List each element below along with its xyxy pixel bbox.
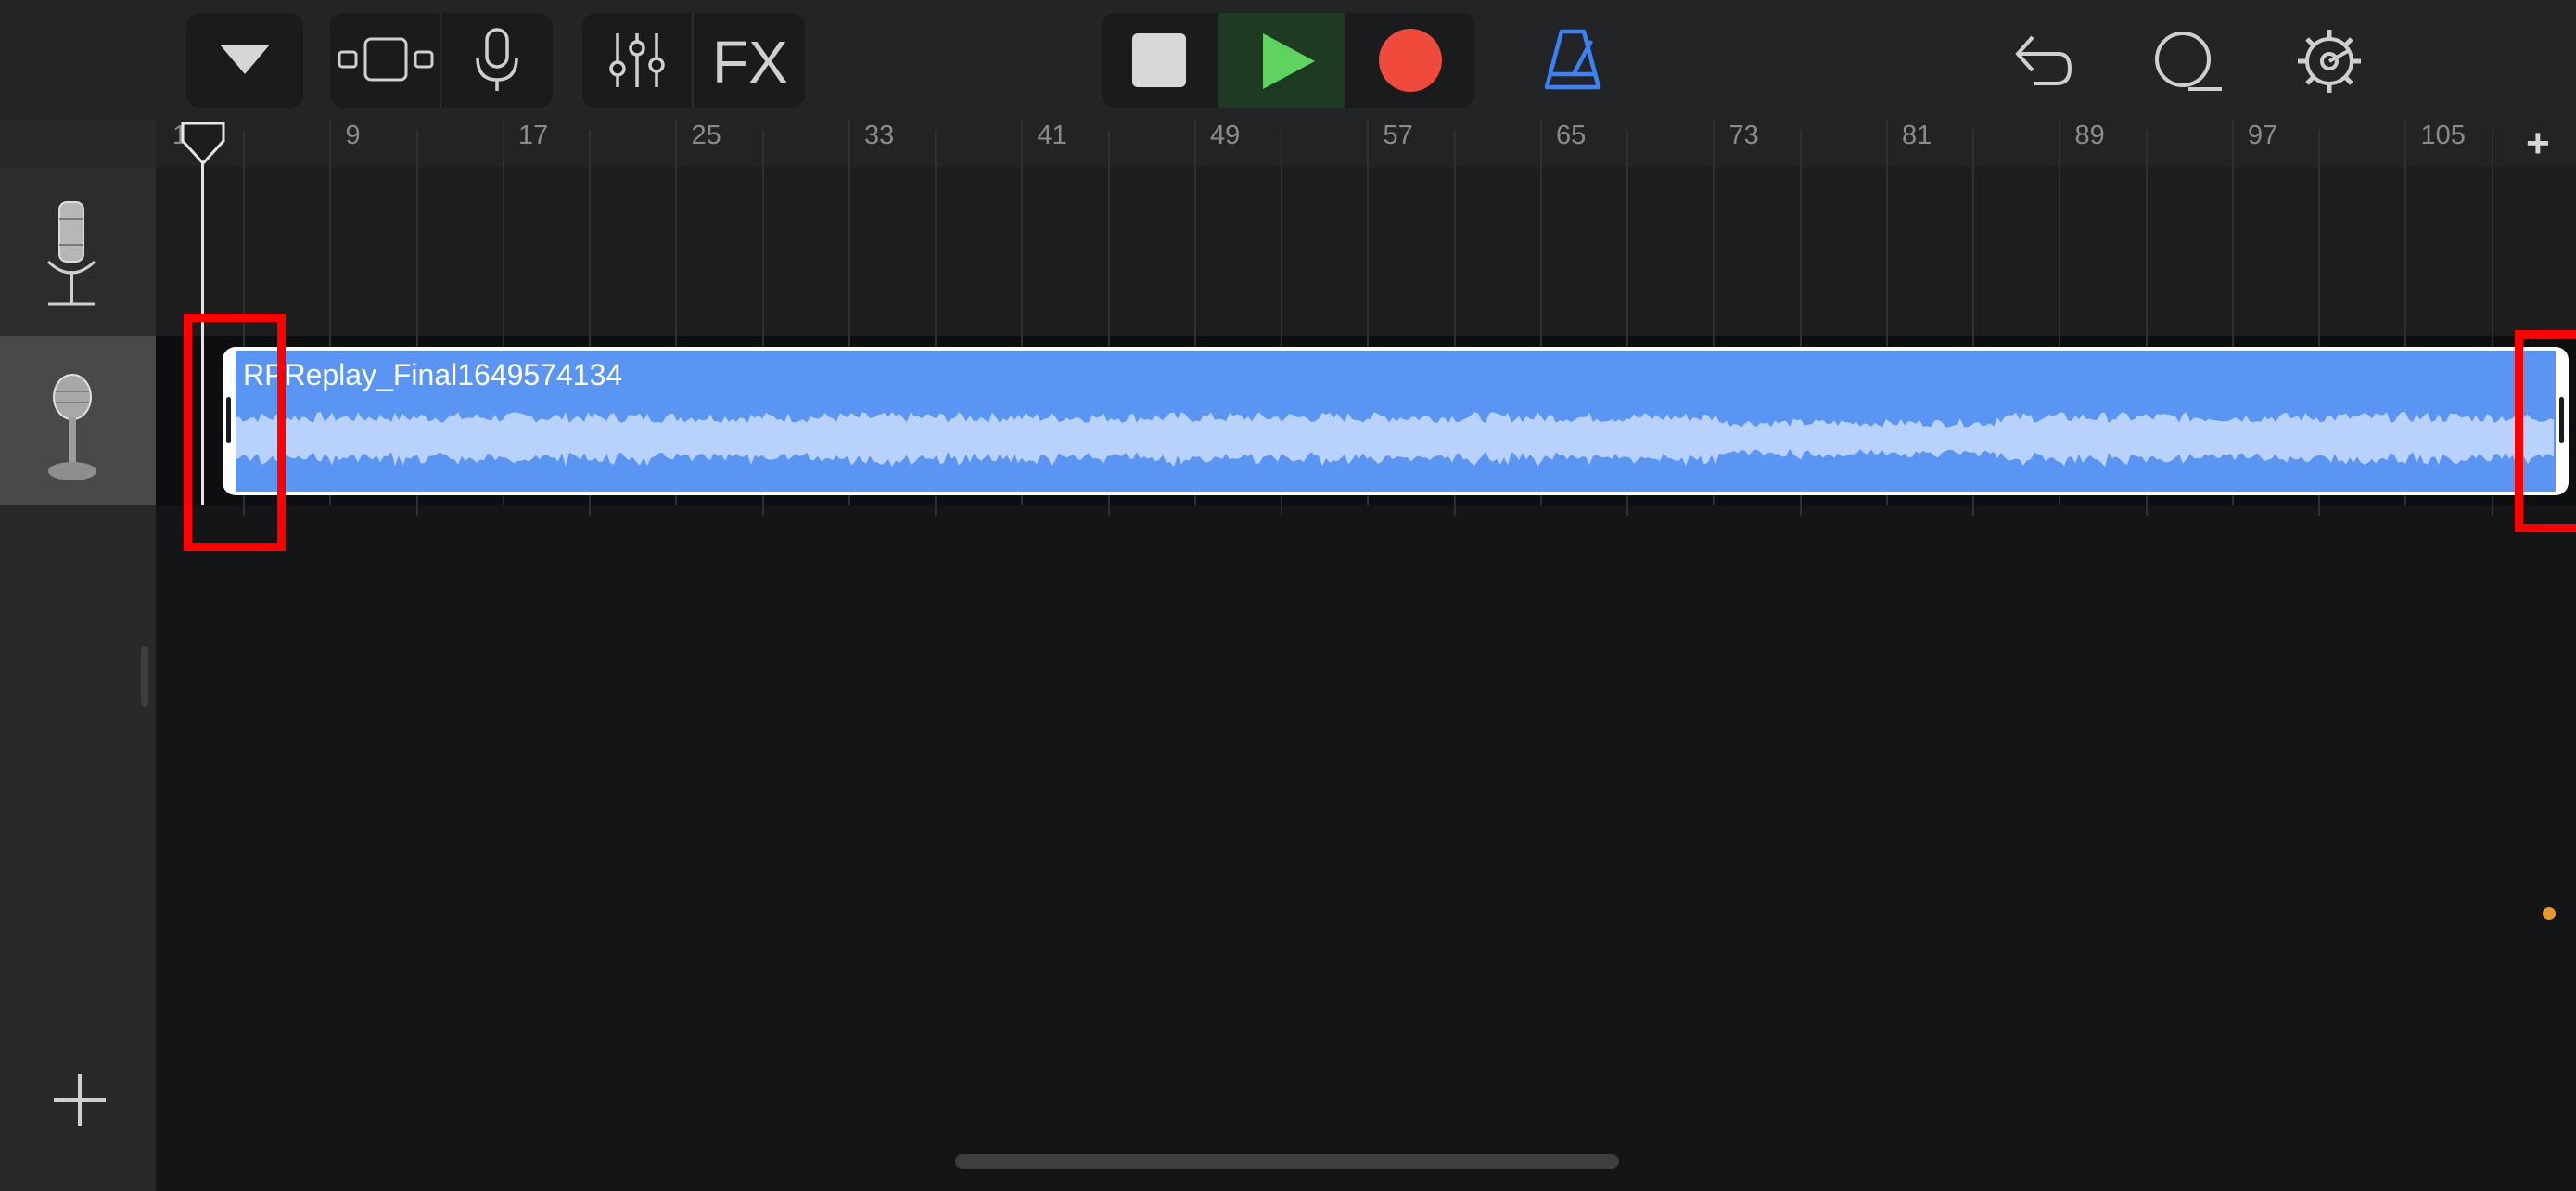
ruler-bar-label: 65 <box>1556 121 1587 150</box>
sliders-icon <box>609 33 665 87</box>
undo-icon <box>2015 35 2072 85</box>
settings-button[interactable] <box>2290 22 2368 100</box>
record-icon <box>1379 29 1442 92</box>
ruler-bar-label: 81 <box>1902 121 1932 150</box>
ruler-bar-label: 25 <box>691 121 721 150</box>
play-icon <box>1263 33 1315 89</box>
play-button[interactable] <box>1218 13 1345 108</box>
record-button[interactable] <box>1346 13 1474 108</box>
browser-toggle-button[interactable] <box>186 13 303 108</box>
stop-icon <box>1132 33 1186 87</box>
home-indicator[interactable] <box>955 1154 1619 1169</box>
ruler-bar-label: 105 <box>2420 121 2466 150</box>
condenser-microphone-icon <box>46 201 96 306</box>
ruler-bar-label: 73 <box>1728 121 1759 150</box>
tracks-view-button[interactable] <box>330 13 440 108</box>
playhead-handle[interactable] <box>180 121 226 167</box>
track-header-resize-handle[interactable] <box>141 646 148 707</box>
track-view-icon <box>338 37 434 82</box>
transport-group <box>1102 13 1474 108</box>
gear-icon <box>2298 30 2361 93</box>
ruler-bar-label: 41 <box>1037 121 1067 150</box>
ruler-bar-label: 9 <box>345 121 361 150</box>
loop-icon <box>2155 32 2222 91</box>
ruler-bar-label: 57 <box>1383 121 1413 150</box>
highlight-right-trim <box>2515 330 2576 532</box>
ruler-bar-label: 49 <box>1210 121 1241 150</box>
add-section-button[interactable]: + <box>2519 121 2559 166</box>
undo-button[interactable] <box>2003 22 2081 100</box>
track-lane-1[interactable] <box>156 167 2576 336</box>
instrument-button[interactable] <box>441 13 553 108</box>
metronome-icon <box>1544 29 1601 90</box>
plus-icon <box>54 1074 106 1126</box>
highlight-left-trim <box>184 314 286 551</box>
mixer-fx-group: FX <box>582 13 805 108</box>
stop-button[interactable] <box>1102 13 1217 108</box>
add-section-label: + <box>2526 121 2550 166</box>
add-track-button[interactable] <box>46 1067 113 1133</box>
metronome-button[interactable] <box>1534 22 1612 100</box>
ruler-bar-label: 97 <box>2248 121 2278 150</box>
loop-browser-button[interactable] <box>2146 22 2229 100</box>
region-name: RPReplay_Final1649574134 <box>243 358 623 391</box>
view-instrument-group <box>330 13 553 108</box>
fx-label: FX <box>712 29 788 96</box>
track-header-2[interactable] <box>0 336 156 505</box>
ruler-bar-label: 89 <box>2074 121 2105 150</box>
mixer-button[interactable] <box>582 13 692 108</box>
ruler-bar-label: 17 <box>518 121 549 150</box>
status-dot <box>2543 907 2556 920</box>
fx-button[interactable]: FX <box>694 13 805 108</box>
ruler-bar-label: 33 <box>864 121 895 150</box>
triangle-down-icon <box>220 45 270 74</box>
microphone-icon <box>476 28 518 91</box>
waveform <box>236 412 2554 467</box>
track-header-1[interactable] <box>0 167 156 336</box>
vocal-microphone-icon <box>48 374 96 480</box>
